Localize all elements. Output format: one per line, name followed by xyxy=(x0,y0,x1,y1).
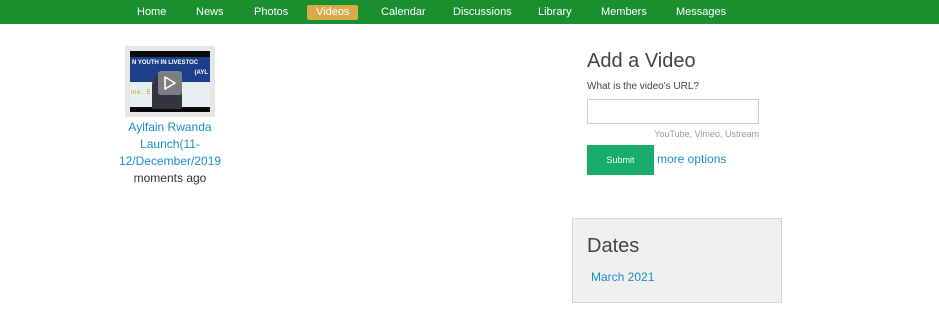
video-url-hint: YouTube, Vimeo, Ustream xyxy=(654,129,759,139)
dates-heading: Dates xyxy=(587,235,640,257)
more-options-link[interactable]: more options xyxy=(657,152,726,166)
top-nav-bar: Home News Photos Videos Calendar Discuss… xyxy=(0,0,939,24)
nav-item-library[interactable]: Library xyxy=(538,5,572,20)
thumbnail-banner-text: N YOUTH IN LIVESTOC xyxy=(132,60,199,66)
nav-item-members[interactable]: Members xyxy=(601,5,647,20)
play-icon[interactable] xyxy=(158,71,182,95)
nav-item-discussions[interactable]: Discussions xyxy=(453,5,512,20)
nav-item-home[interactable]: Home xyxy=(137,5,166,20)
video-url-label: What is the video's URL? xyxy=(587,81,699,92)
nav-item-photos[interactable]: Photos xyxy=(254,5,288,20)
nav-item-news[interactable]: News xyxy=(196,5,224,20)
nav-item-calendar[interactable]: Calendar xyxy=(381,5,426,20)
nav-item-videos[interactable]: Videos xyxy=(307,5,359,20)
dates-panel: Dates March 2021 xyxy=(572,218,782,303)
video-url-input[interactable] xyxy=(587,99,759,124)
add-video-heading: Add a Video xyxy=(587,50,696,72)
submit-button[interactable]: Submit xyxy=(587,145,654,175)
video-thumbnail[interactable]: N YOUTH IN LIVESTOC (AYL me: E outh in xyxy=(125,46,215,117)
thumbnail-image: N YOUTH IN LIVESTOC (AYL me: E outh in xyxy=(130,51,210,112)
thumbnail-banner-acronym: (AYL xyxy=(194,70,208,76)
nav-item-messages[interactable]: Messages xyxy=(676,5,726,20)
video-timestamp: moments ago xyxy=(133,171,207,185)
dates-link-march-2021[interactable]: March 2021 xyxy=(591,270,654,284)
video-title-link[interactable]: Aylfain Rwanda Launch(11-12/December/201… xyxy=(115,119,225,170)
